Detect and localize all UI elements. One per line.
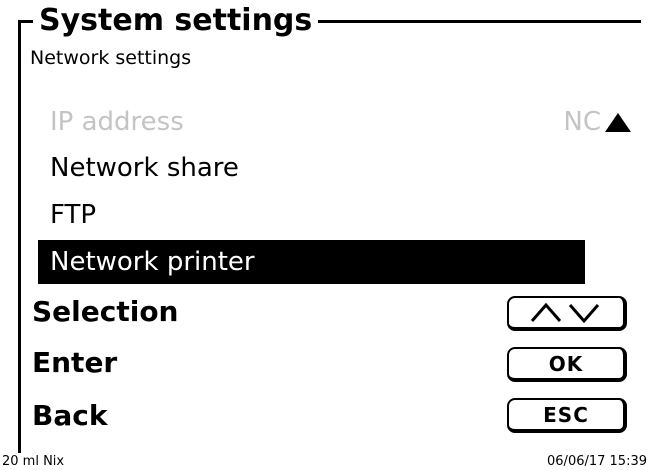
selection-button[interactable] xyxy=(507,296,627,331)
menu-item-ip-address[interactable]: IP address xyxy=(38,100,585,144)
back-label: Back xyxy=(32,399,108,432)
esc-button[interactable]: ESC xyxy=(507,398,627,433)
selection-label: Selection xyxy=(32,295,179,328)
page-subtitle: Network settings xyxy=(30,47,192,69)
page-title: System settings xyxy=(33,2,319,40)
up-down-arrows-icon xyxy=(530,302,600,323)
menu-item-network-printer[interactable]: Network printer xyxy=(38,240,585,284)
ip-address-status: NC xyxy=(563,107,601,137)
ip-address-value: NC xyxy=(563,100,631,144)
menu-item-network-share[interactable]: Network share xyxy=(38,146,585,190)
status-datetime: 06/06/17 15:39 xyxy=(547,454,647,469)
menu-item-ftp[interactable]: FTP xyxy=(38,193,585,237)
ok-button[interactable]: OK xyxy=(507,347,627,382)
scroll-up-arrow-icon xyxy=(605,112,631,132)
status-left: 20 ml Nix xyxy=(2,454,65,469)
enter-label: Enter xyxy=(32,346,118,379)
